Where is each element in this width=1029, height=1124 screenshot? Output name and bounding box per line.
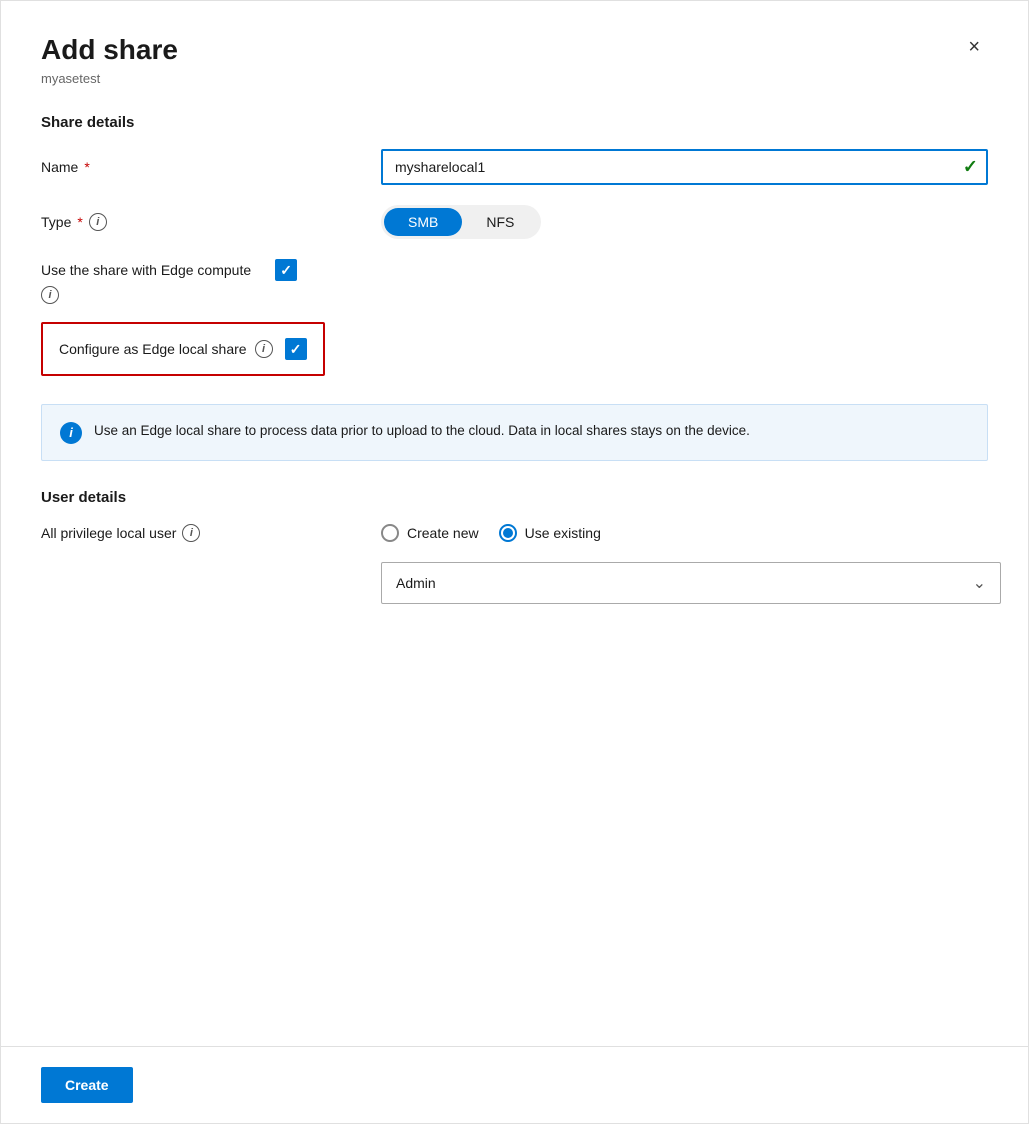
info-banner: i Use an Edge local share to process dat… [41, 404, 988, 461]
add-share-dialog: Add share × myasetest Share details Name… [0, 0, 1029, 1124]
admin-dropdown[interactable]: Admin ⌄ [381, 562, 1001, 604]
edge-compute-label: Use the share with Edge compute [41, 262, 251, 278]
privilege-label-text: All privilege local user [41, 525, 176, 541]
name-label: Name * [41, 159, 381, 175]
share-details-section-label: Share details [41, 114, 988, 131]
edge-local-info-icon[interactable]: i [255, 340, 273, 358]
privilege-info-icon[interactable]: i [182, 524, 200, 542]
name-label-text: Name [41, 159, 78, 175]
type-label-text: Type [41, 214, 71, 230]
privilege-radio-group: Create new Use existing [381, 524, 601, 542]
dialog-title: Add share [41, 33, 178, 67]
privilege-label: All privilege local user i [41, 524, 381, 542]
user-details-section: User details All privilege local user i … [41, 489, 988, 604]
edge-compute-label-row: Use the share with Edge compute ✓ [41, 259, 988, 281]
radio-use-existing-label: Use existing [525, 525, 601, 541]
dropdown-selected-value: Admin [396, 575, 436, 591]
edge-local-checkmark: ✓ [290, 342, 302, 356]
radio-use-existing-circle [499, 524, 517, 542]
type-nfs-option[interactable]: NFS [462, 208, 538, 236]
edge-local-share-box: Configure as Edge local share i ✓ [41, 322, 325, 376]
dialog-footer: Create [1, 1046, 1028, 1123]
edge-local-label-text: Configure as Edge local share [59, 341, 247, 357]
create-button[interactable]: Create [41, 1067, 133, 1103]
dialog-subtitle: myasetest [41, 71, 988, 86]
info-banner-text: Use an Edge local share to process data … [94, 421, 750, 441]
edge-compute-checkmark: ✓ [280, 263, 292, 277]
edge-local-checkbox[interactable]: ✓ [285, 338, 307, 360]
dropdown-chevron-icon: ⌄ [973, 573, 986, 593]
edge-compute-info-icon[interactable]: i [41, 286, 59, 304]
name-input-wrapper: ✓ [381, 149, 988, 185]
radio-create-new-label: Create new [407, 525, 479, 541]
close-button[interactable]: × [960, 33, 988, 61]
radio-create-new-circle [381, 524, 399, 542]
edge-compute-info-row: i [41, 285, 988, 304]
edge-local-label: Configure as Edge local share i [59, 340, 273, 358]
radio-create-new[interactable]: Create new [381, 524, 479, 542]
name-input[interactable] [381, 149, 988, 185]
dialog-header: Add share × [41, 33, 988, 67]
type-info-icon[interactable]: i [89, 213, 107, 231]
type-field-row: Type * i SMB NFS [41, 205, 988, 239]
type-smb-option[interactable]: SMB [384, 208, 462, 236]
user-details-section-label: User details [41, 489, 988, 506]
type-label: Type * i [41, 213, 381, 231]
edge-compute-row: Use the share with Edge compute ✓ i [41, 259, 988, 304]
type-required-star: * [77, 214, 82, 230]
privilege-field-row: All privilege local user i Create new Us… [41, 524, 988, 542]
name-field-row: Name * ✓ [41, 149, 988, 185]
dropdown-wrapper: Admin ⌄ [381, 562, 988, 604]
radio-use-existing[interactable]: Use existing [499, 524, 601, 542]
type-toggle: SMB NFS [381, 205, 541, 239]
edge-compute-checkbox[interactable]: ✓ [275, 259, 297, 281]
info-banner-icon: i [60, 422, 82, 444]
name-required-star: * [84, 159, 89, 175]
name-valid-checkmark: ✓ [963, 156, 978, 177]
dialog-content: Add share × myasetest Share details Name… [1, 1, 1028, 1046]
